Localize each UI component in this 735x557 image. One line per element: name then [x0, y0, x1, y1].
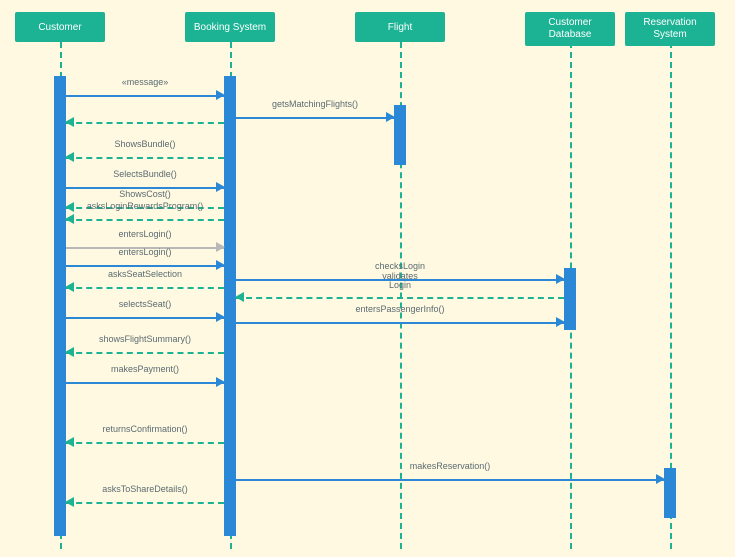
message-label: makesReservation() [410, 461, 491, 471]
lifeline-header-reservation: ReservationSystem [625, 12, 715, 46]
message-15: makesPayment() [66, 375, 224, 389]
activation-customer [54, 76, 66, 536]
message-label: getsMatchingFlights() [272, 99, 358, 109]
message-6: asksLoginRewardsProgram() [66, 212, 224, 226]
message-label: ShowsCost() [119, 189, 171, 199]
message-label: «message» [122, 77, 169, 87]
message-label: asksSeatSelection [108, 269, 182, 279]
message-16: returnsConfirmation() [66, 435, 224, 449]
message-label: returnsConfirmation() [102, 424, 187, 434]
message-1: getsMatchingFlights() [236, 110, 394, 124]
lifeline-header-customer: Customer [15, 12, 105, 42]
message-5: ShowsCost() [66, 200, 224, 214]
message-17: makesReservation() [236, 472, 664, 486]
activation-booking [224, 76, 236, 536]
activation-flight [394, 105, 406, 165]
lifeline-header-flight: Flight [355, 12, 445, 42]
message-18: asksToShareDetails() [66, 495, 224, 509]
message-label: showsFlightSummary() [99, 334, 191, 344]
message-label: asksToShareDetails() [102, 484, 188, 494]
message-2 [66, 115, 224, 129]
message-label: entersLogin() [118, 229, 171, 239]
message-12: selectsSeat() [66, 310, 224, 324]
message-8: entersLogin() [66, 258, 224, 272]
message-3: ShowsBundle() [66, 150, 224, 164]
message-14: showsFlightSummary() [66, 345, 224, 359]
activation-database [564, 268, 576, 330]
message-10: asksSeatSelection [66, 280, 224, 294]
lifeline-header-booking: Booking System [185, 12, 275, 42]
activation-reservation [664, 468, 676, 518]
message-4: SelectsBundle() [66, 180, 224, 194]
message-label: asksLoginRewardsProgram() [87, 201, 204, 211]
message-0: «message» [66, 88, 224, 102]
message-label: selectsSeat() [119, 299, 172, 309]
message-label: ShowsBundle() [114, 139, 175, 149]
message-label: makesPayment() [111, 364, 179, 374]
lifeline-header-database: CustomerDatabase [525, 12, 615, 46]
message-7: entersLogin() [66, 240, 224, 254]
message-label: entersLogin() [118, 247, 171, 257]
message-label: SelectsBundle() [113, 169, 177, 179]
